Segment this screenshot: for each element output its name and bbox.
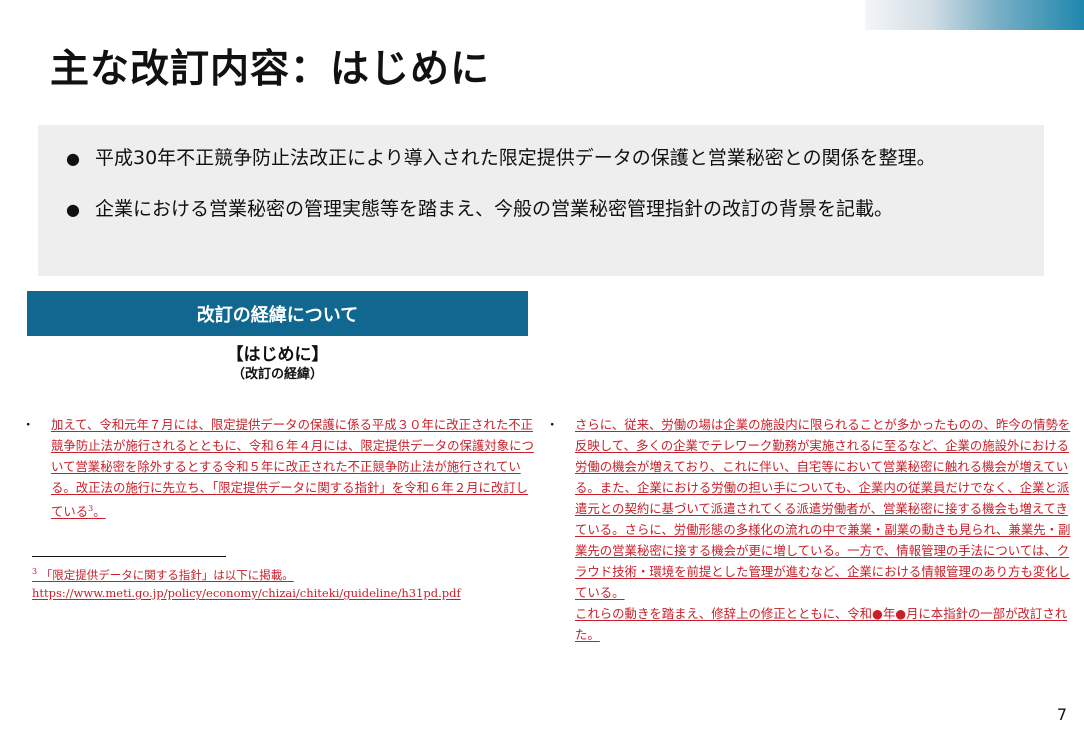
summary-list: ● 平成30年不正競争防止法改正により導入された限定提供データの保護と営業秘密と… — [38, 125, 1044, 225]
footnote-divider — [32, 556, 226, 557]
footnote-link[interactable]: https://www.meti.go.jp/policy/economy/ch… — [32, 584, 532, 602]
right-paragraph-text-1: さらに、従来、労働の場は企業の施設内に限られることが多かったものの、昨今の情勢を… — [575, 417, 1071, 600]
summary-bullet-2: ● 企業における営業秘密の管理実態等を踏まえ、今般の営業秘密管理指針の改訂の背景… — [38, 194, 1044, 225]
right-paragraph-text-2: これらの動きを踏まえ、修辞上の修正とともに、令和●年●月に本指針の一部が改訂され… — [575, 606, 1068, 642]
corner-gradient-bar — [865, 0, 1084, 30]
paragraph-bullet: ・ — [546, 417, 559, 432]
right-column: ・ さらに、従来、労働の場は企業の施設内に限られることが多かったものの、昨今の情… — [546, 414, 1071, 645]
summary-bullet-1: ● 平成30年不正競争防止法改正により導入された限定提供データの保護と営業秘密と… — [38, 143, 1044, 174]
footnote: 3 「限定提供データに関する指針」は以下に掲載。 https://www.met… — [32, 563, 532, 602]
left-paragraph-end: 。 — [93, 504, 106, 520]
right-paragraph: ・ さらに、従来、労働の場は企業の施設内に限られることが多かったものの、昨今の情… — [546, 414, 1071, 645]
bullet-dot-icon: ● — [66, 200, 80, 219]
doc-heading-sub: （改訂の経緯） — [231, 367, 323, 382]
document-heading: 【はじめに】 （改訂の経緯） — [27, 344, 528, 384]
doc-heading-main: 【はじめに】 — [226, 345, 329, 365]
left-paragraph: ・ 加えて、令和元年７月には、限定提供データの保護に係る平成３０年に改正された不… — [22, 414, 540, 522]
summary-text: 企業における営業秘密の管理実態等を踏まえ、今般の営業秘密管理指針の改訂の背景を記… — [95, 198, 894, 220]
left-paragraph-body: 加えて、令和元年７月には、限定提供データの保護に係る平成３０年に改正された不正競… — [51, 417, 534, 520]
section-header: 改訂の経緯について — [27, 291, 528, 336]
paragraph-bullet: ・ — [22, 417, 35, 432]
page-number: 7 — [1056, 705, 1067, 724]
bullet-dot-icon: ● — [66, 149, 80, 168]
left-column: ・ 加えて、令和元年７月には、限定提供データの保護に係る平成３０年に改正された不… — [22, 414, 540, 522]
page-title: 主な改訂内容：はじめに — [50, 47, 491, 92]
footnote-line: 3 「限定提供データに関する指針」は以下に掲載。 — [32, 563, 532, 584]
summary-text: 平成30年不正競争防止法改正により導入された限定提供データの保護と営業秘密との関… — [95, 147, 936, 169]
footnote-text: 「限定提供データに関する指針」は以下に掲載。 — [40, 567, 294, 582]
summary-box: ● 平成30年不正競争防止法改正により導入された限定提供データの保護と営業秘密と… — [38, 125, 1044, 276]
footnote-number: 3 — [32, 567, 38, 576]
left-paragraph-text: 加えて、令和元年７月には、限定提供データの保護に係る平成３０年に改正された不正競… — [51, 417, 534, 519]
